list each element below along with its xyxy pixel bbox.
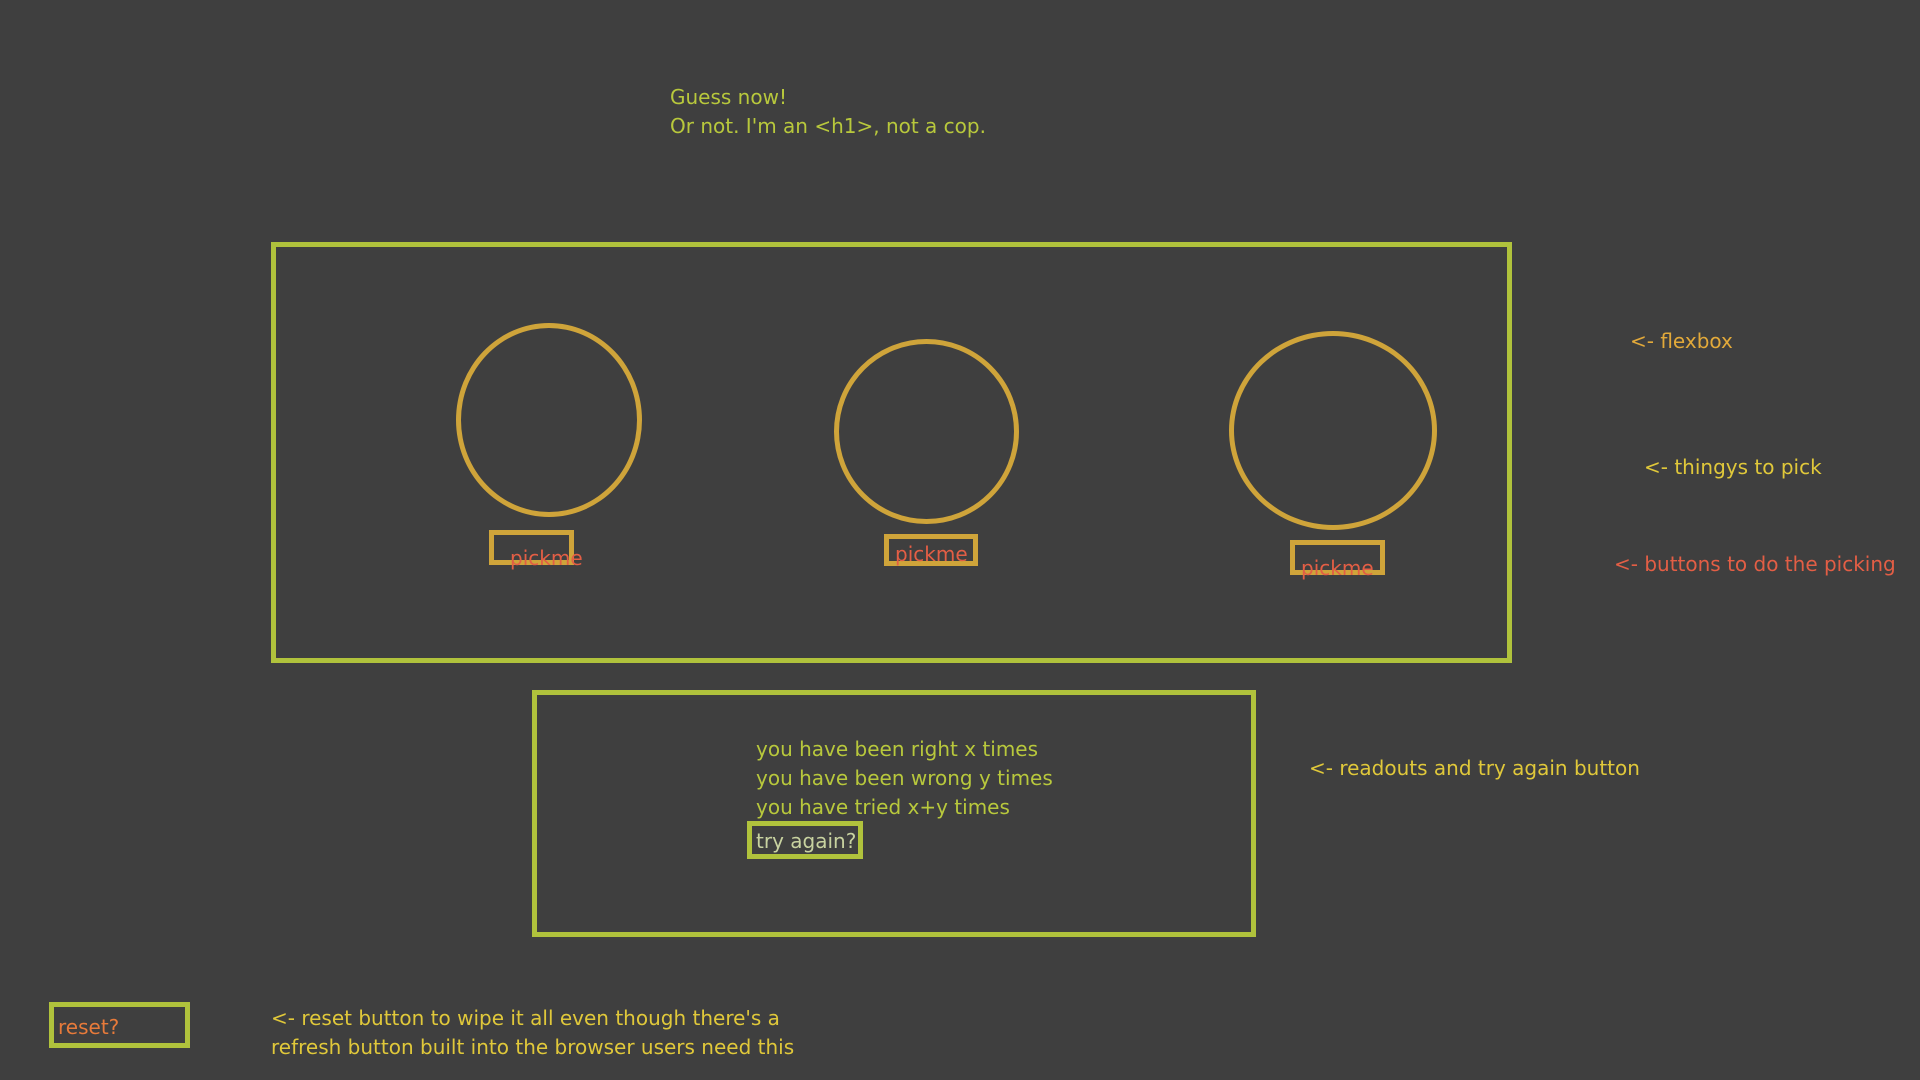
page-heading: Guess now! Or not. I'm an <h1>, not a co… <box>670 83 986 141</box>
annotation-flexbox: <- flexbox <box>1630 329 1733 353</box>
pick-thingy-3 <box>1229 331 1437 530</box>
pickme-button-2-label: pickme <box>895 542 968 566</box>
pickme-button-3-label: pickme <box>1301 556 1374 580</box>
heading-line-1: Guess now! <box>670 85 787 109</box>
annotation-thingys: <- thingys to pick <box>1644 455 1822 479</box>
annotation-buttons: <- buttons to do the picking <box>1614 552 1896 576</box>
pickme-button-2[interactable]: pickme <box>884 534 978 566</box>
pick-thingy-1 <box>456 323 642 517</box>
readout-tried-count: you have tried x+y times <box>756 795 1010 819</box>
readouts: you have been right x times you have bee… <box>756 735 1053 822</box>
pickme-button-3[interactable]: pickme <box>1290 540 1385 580</box>
try-again-button[interactable]: try again? <box>747 821 863 859</box>
pickme-button-1[interactable]: pickme <box>489 530 583 568</box>
annotation-reset: <- reset button to wipe it all even thou… <box>271 1004 794 1062</box>
readout-wrong-count: you have been wrong y times <box>756 766 1053 790</box>
readout-right-count: you have been right x times <box>756 737 1039 761</box>
reset-button[interactable]: reset? <box>49 1002 190 1048</box>
reset-label: reset? <box>58 1015 120 1039</box>
heading-line-2: Or not. I'm an <h1>, not a cop. <box>670 114 986 138</box>
try-again-label: try again? <box>756 829 857 853</box>
annotation-reset-line-2: refresh button built into the browser us… <box>271 1035 795 1059</box>
pickme-button-1-label: pickme <box>510 546 583 570</box>
annotation-readouts: <- readouts and try again button <box>1309 756 1640 780</box>
pick-thingy-2 <box>834 339 1019 524</box>
annotation-reset-line-1: <- reset button to wipe it all even thou… <box>271 1006 780 1030</box>
